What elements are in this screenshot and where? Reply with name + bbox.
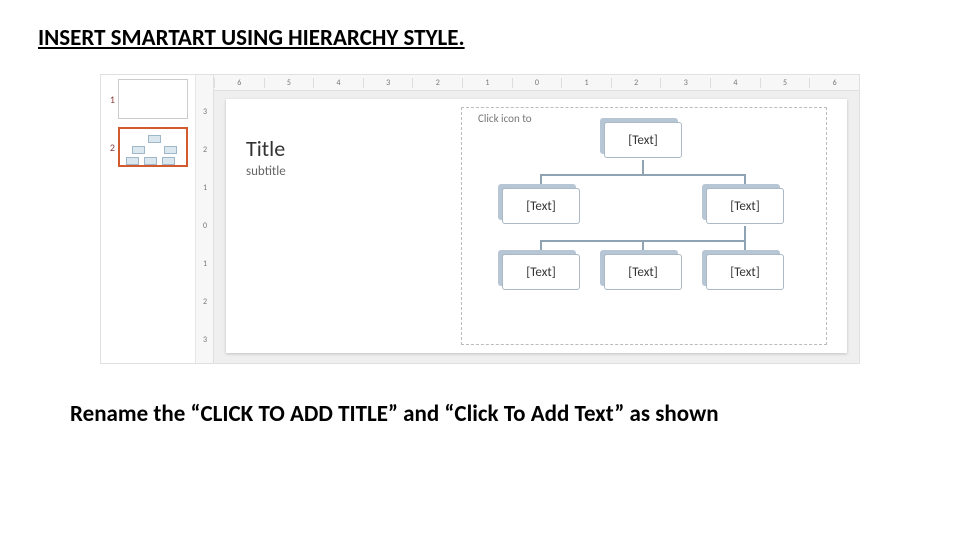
connector-icon [540, 174, 542, 188]
connector-icon [540, 174, 746, 176]
ruler-tick: 5 [760, 78, 810, 88]
smartart-placeholder[interactable]: Click icon to [Text] [461, 107, 827, 345]
smartart-node[interactable]: [Text] [706, 254, 784, 290]
thumbnail-number: 1 [105, 93, 115, 106]
ruler-tick: 6 [214, 78, 264, 88]
connector-icon [642, 240, 644, 254]
connector-icon [744, 174, 746, 188]
thumbnail-number: 2 [105, 141, 115, 154]
click-icon-label: Click icon to [478, 112, 532, 125]
connector-icon [540, 240, 542, 254]
thumbnail-row: 1 [105, 79, 191, 119]
ruler-tick: 0 [198, 221, 212, 231]
title-placeholder[interactable]: Title subtitle [246, 135, 426, 179]
slide-thumbnail-1[interactable] [118, 79, 188, 119]
ruler-tick: 2 [412, 78, 462, 88]
section-heading: INSERT SMARTART USING HIERARCHY STYLE. [38, 24, 930, 52]
smartart-node-root[interactable]: [Text] [604, 122, 682, 158]
smartart-node[interactable]: [Text] [604, 254, 682, 290]
slide-subtitle: subtitle [246, 164, 426, 179]
ruler-tick: 5 [264, 78, 314, 88]
ruler-tick: 4 [313, 78, 363, 88]
smartart-node-label: [Text] [526, 199, 555, 214]
thumbnail-row: 2 [105, 127, 191, 167]
ruler-tick: 3 [198, 107, 212, 117]
slide-thumbnail-2[interactable] [118, 127, 188, 167]
ruler-tick: 0 [512, 78, 562, 88]
ruler-tick: 1 [198, 259, 212, 269]
connector-icon [744, 226, 746, 240]
connector-icon [744, 240, 746, 254]
thumbnail-preview-icon [126, 135, 182, 161]
horizontal-ruler: 6 5 4 3 2 1 0 1 2 3 4 5 6 [214, 75, 859, 91]
document-page: INSERT SMARTART USING HIERARCHY STYLE. 1… [0, 0, 960, 452]
ruler-tick: 2 [198, 297, 212, 307]
smartart-node-label: [Text] [730, 265, 759, 280]
ruler-tick: 1 [561, 78, 611, 88]
ruler-tick: 3 [660, 78, 710, 88]
vertical-ruler: 3 2 1 0 1 2 3 [196, 75, 214, 363]
ruler-tick: 3 [198, 335, 212, 345]
smartart-node-label: [Text] [526, 265, 555, 280]
connector-icon [642, 160, 644, 174]
ruler-tick: 4 [710, 78, 760, 88]
ruler-tick: 2 [611, 78, 661, 88]
smartart-node-label: [Text] [628, 265, 657, 280]
smartart-node[interactable]: [Text] [706, 188, 784, 224]
ruler-tick: 6 [809, 78, 859, 88]
slide-edit-surface: 6 5 4 3 2 1 0 1 2 3 4 5 6 Title subtitle [214, 75, 859, 363]
slide-canvas[interactable]: Title subtitle Click icon to [226, 99, 847, 353]
slide-title: Title [246, 135, 426, 162]
instruction-caption: Rename the “CLICK TO ADD TITLE” and “Cli… [70, 400, 930, 428]
smartart-node-label: [Text] [628, 133, 657, 148]
smartart-node[interactable]: [Text] [502, 188, 580, 224]
ruler-tick: 2 [198, 145, 212, 155]
slide-thumbnail-panel: 1 2 [101, 75, 196, 363]
ruler-tick: 1 [462, 78, 512, 88]
smartart-node-label: [Text] [730, 199, 759, 214]
smartart-node[interactable]: [Text] [502, 254, 580, 290]
ruler-tick: 1 [198, 183, 212, 193]
ruler-tick: 3 [363, 78, 413, 88]
powerpoint-screenshot: 1 2 3 2 1 [100, 74, 860, 364]
